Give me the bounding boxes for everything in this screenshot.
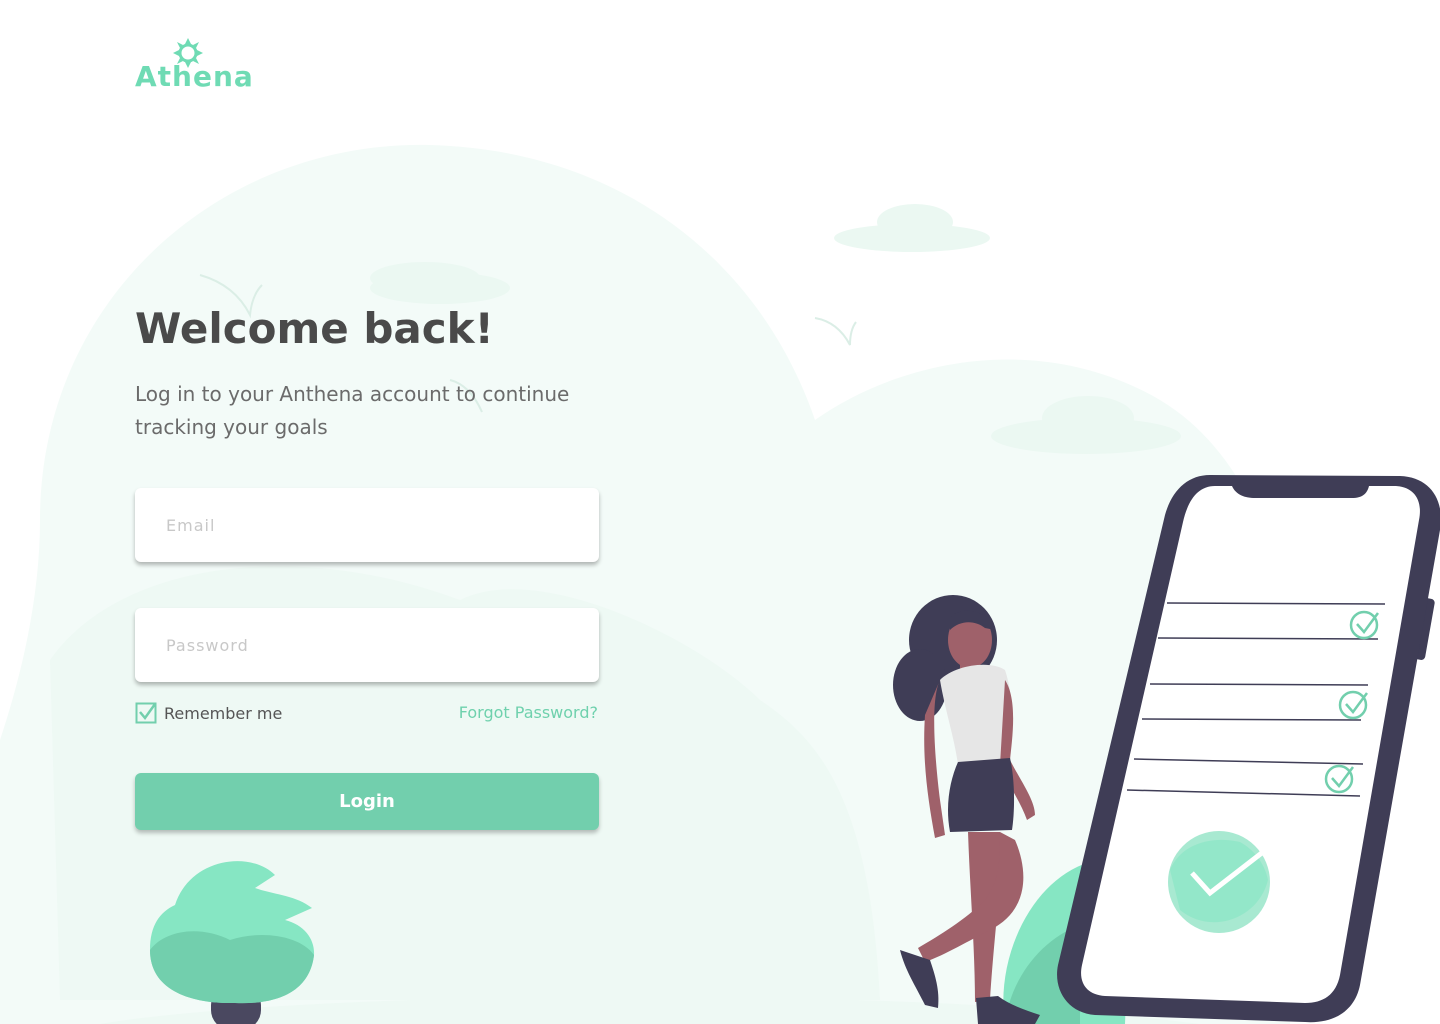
checkbox-checked-icon[interactable] (135, 702, 157, 724)
email-field[interactable] (135, 488, 599, 562)
password-field-container (135, 608, 599, 682)
brand-logo[interactable]: Athena (135, 38, 253, 94)
brand-name: Athena (135, 60, 254, 93)
email-field-container (135, 488, 599, 562)
remember-me-checkbox[interactable]: Remember me (135, 701, 282, 725)
big-check-icon (1168, 831, 1270, 933)
forgot-password-link[interactable]: Forgot Password? (459, 703, 598, 722)
page-title: Welcome back! (135, 304, 494, 353)
remember-me-label: Remember me (164, 703, 283, 723)
login-button[interactable]: Login (135, 773, 599, 830)
page-subtitle: Log in to your Anthena account to contin… (135, 382, 570, 439)
password-field[interactable] (135, 608, 599, 682)
